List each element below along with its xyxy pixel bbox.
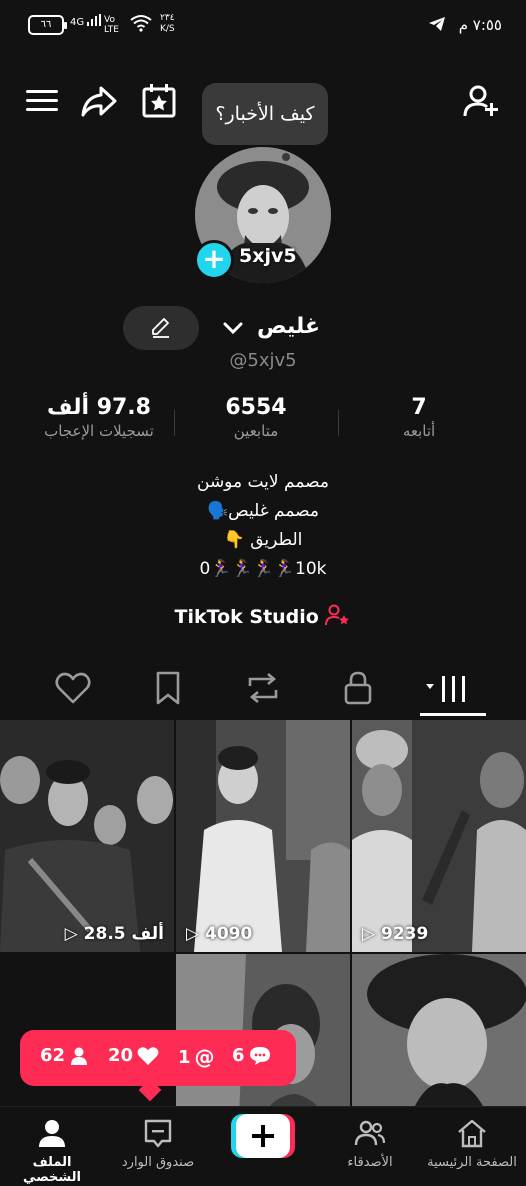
telegram-icon: [429, 17, 445, 31]
following-label: أتابعه: [402, 422, 436, 440]
following-stat[interactable]: 7 أتابعه: [344, 395, 494, 440]
followers-stat[interactable]: 6554 متابعين: [181, 395, 331, 440]
play-icon: ▷: [64, 924, 78, 944]
nav-home[interactable]: الصفحة الرئيسية: [424, 1117, 520, 1170]
video-image: [352, 720, 526, 952]
studio-user-star-icon: [325, 604, 350, 626]
video-thumbnail[interactable]: ▷ 9239: [352, 720, 526, 952]
likes-count: 97.8 ألف: [47, 395, 151, 420]
bio-line: مصمم لايت موشن: [197, 472, 329, 492]
likes-stat[interactable]: 97.8 ألف تسجيلات الإعجاب: [24, 395, 174, 440]
followers-label: متابعين: [233, 422, 279, 440]
likes-label: تسجيلات الإعجاب: [44, 422, 154, 440]
username-handle: @5xjv5: [229, 350, 297, 371]
person-icon: [71, 1047, 88, 1065]
volte-indicator: Vo LTE: [104, 15, 119, 35]
nav-profile[interactable]: الملف الشخصي: [4, 1117, 100, 1185]
home-icon: [458, 1119, 486, 1148]
calendar-star-icon[interactable]: [140, 82, 178, 120]
status-bar: ٦٦ 4G Vo LTE ٢٣٤ K/S ٧:٥٥ م: [0, 0, 526, 56]
tab-liked-heart-icon[interactable]: [53, 668, 93, 708]
video-views: ▷ 9239: [362, 924, 429, 944]
tiktok-studio-link[interactable]: TikTok Studio: [150, 604, 376, 628]
network-speed: ٢٣٤ K/S: [160, 13, 175, 34]
create-plus-button[interactable]: [231, 1114, 295, 1158]
profile-icon: [39, 1120, 65, 1147]
new-likes-count: 20: [108, 1045, 159, 1066]
menu-icon[interactable]: [24, 82, 62, 120]
tab-saved-bookmark-icon[interactable]: [148, 668, 188, 708]
video-image: [0, 720, 174, 952]
inbox-icon: [144, 1119, 172, 1148]
comment-icon: [249, 1046, 270, 1065]
new-followers-count: 62: [40, 1045, 89, 1066]
wifi-icon: [130, 15, 152, 32]
share-icon[interactable]: [80, 82, 118, 120]
friends-icon: [354, 1120, 386, 1146]
following-count: 7: [411, 395, 427, 420]
add-story-button[interactable]: +: [194, 240, 234, 280]
new-mentions-count: 1 @: [178, 1045, 215, 1069]
tab-reposts-icon[interactable]: [243, 668, 283, 708]
video-views: ▷ 28.5 ألف: [64, 924, 164, 944]
at-icon: @: [194, 1045, 215, 1069]
tab-private-lock-icon[interactable]: [338, 668, 378, 708]
battery-indicator: ٦٦: [28, 15, 67, 35]
heart-icon: [137, 1046, 159, 1065]
avatar-watermark: 5xjv5: [239, 245, 297, 267]
bio: مصمم لايت موشن مصمم غليص🗣️ الطريق 👇 0🏃‍♀…: [100, 468, 426, 584]
greeting-bubble[interactable]: كيف الأخبار؟: [202, 83, 328, 145]
bio-line: 0🏃‍♀️🏃‍♀️🏃‍♀️🏃‍♀️10k: [199, 559, 327, 579]
nav-friends[interactable]: الأصدقاء: [322, 1117, 418, 1170]
new-comments-count: 6: [232, 1045, 271, 1066]
play-icon: ▷: [362, 924, 376, 944]
video-thumbnail[interactable]: ▷ 4090: [176, 720, 350, 952]
stat-divider: [174, 410, 175, 436]
play-icon: ▷: [186, 924, 200, 944]
bio-line: مصمم غليص🗣️: [206, 501, 320, 521]
clock: ٧:٥٥ م: [458, 16, 502, 34]
greeting-bubble-tail: [282, 153, 290, 161]
pencil-icon: [152, 318, 169, 338]
video-thumbnail[interactable]: ▷ 28.5 ألف: [0, 720, 174, 952]
activity-notification-banner[interactable]: 62 20 1 @ 6: [20, 1030, 296, 1086]
active-tab-indicator: [420, 713, 486, 716]
video-views: ▷ 4090: [186, 924, 253, 944]
stat-divider: [338, 410, 339, 436]
add-friend-icon[interactable]: [462, 82, 500, 120]
signal-indicator: 4G: [70, 14, 102, 28]
video-image: [176, 720, 350, 952]
edit-profile-button[interactable]: [123, 306, 199, 350]
nav-inbox[interactable]: صندوق الوارد: [110, 1117, 206, 1170]
followers-count: 6554: [225, 395, 287, 420]
content-tabs: [0, 660, 526, 716]
tab-videos-grid-icon[interactable]: [424, 668, 472, 708]
display-name[interactable]: غليص: [220, 314, 320, 339]
bio-line: الطريق 👇: [223, 530, 303, 550]
